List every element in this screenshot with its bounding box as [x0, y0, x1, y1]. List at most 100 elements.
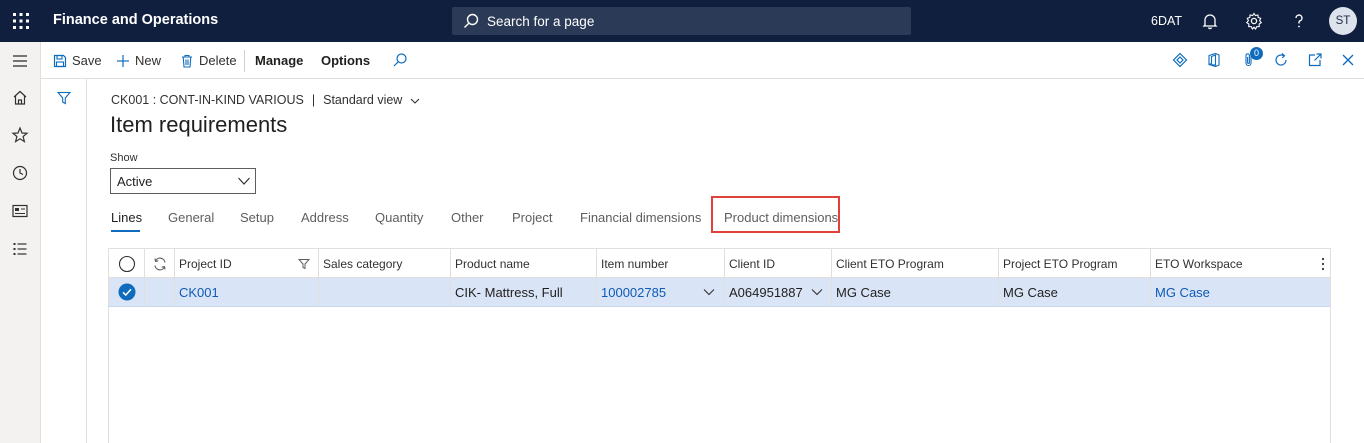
breadcrumb-record: CK001 : CONT-IN-KIND VARIOUS	[111, 93, 304, 107]
filter-icon[interactable]	[57, 91, 71, 105]
action-search-icon[interactable]	[392, 52, 408, 68]
new-button[interactable]: New	[116, 53, 161, 68]
tab-active-underline	[111, 230, 140, 232]
grid-header: Project ID Sales category Product name I…	[109, 249, 1330, 278]
column-header-client-eto-program[interactable]: Client ETO Program	[832, 249, 999, 278]
action-pane: Save New Delete Manage Options 0	[41, 42, 1364, 79]
recent-clock-icon[interactable]	[11, 164, 29, 182]
highlight-annotation	[711, 196, 840, 233]
column-filter-icon[interactable]	[298, 258, 310, 270]
refresh-column-header[interactable]	[145, 249, 175, 278]
cell-item-number[interactable]: 100002785	[597, 278, 725, 307]
column-header-label: Client ETO Program	[836, 257, 944, 271]
column-header-label: Project ETO Program	[1003, 257, 1118, 271]
select-all-header[interactable]	[109, 249, 145, 278]
column-header-product-name[interactable]: Product name	[451, 249, 597, 278]
chevron-down-icon[interactable]	[703, 288, 715, 296]
cell-eto-workspace[interactable]: MG Case	[1151, 278, 1330, 307]
more-options-icon[interactable]	[1321, 257, 1325, 271]
delete-label: Delete	[199, 53, 237, 68]
help-icon[interactable]	[1290, 12, 1308, 30]
office-icon[interactable]	[1206, 52, 1222, 68]
show-dropdown[interactable]: Active	[110, 168, 256, 194]
search-icon	[464, 13, 479, 28]
close-icon[interactable]	[1340, 52, 1356, 68]
cell-project-id[interactable]: CK001	[175, 278, 319, 307]
search-input[interactable]: Search for a page	[452, 7, 911, 35]
save-button[interactable]: Save	[53, 53, 102, 68]
user-avatar[interactable]: ST	[1329, 7, 1357, 35]
tab-quantity[interactable]: Quantity	[375, 210, 423, 225]
column-header-label: Project ID	[179, 257, 232, 271]
breadcrumb-separator: |	[311, 93, 316, 107]
favorites-star-icon[interactable]	[11, 126, 29, 144]
chevron-down-icon[interactable]	[410, 97, 420, 105]
workspaces-icon[interactable]	[11, 202, 29, 220]
chevron-down-icon	[238, 177, 250, 185]
row-refresh-cell	[145, 278, 175, 307]
tab-general[interactable]: General	[168, 210, 214, 225]
refresh-icon[interactable]	[152, 256, 168, 272]
home-icon[interactable]	[11, 89, 29, 107]
column-header-label: Client ID	[729, 257, 776, 271]
refresh-icon[interactable]	[1273, 52, 1289, 68]
column-header-item-number[interactable]: Item number	[597, 249, 725, 278]
save-icon	[53, 54, 67, 67]
save-label: Save	[72, 53, 102, 68]
modules-list-icon[interactable]	[11, 240, 29, 258]
select-all-circle-icon[interactable]	[118, 255, 136, 273]
gear-icon[interactable]	[1245, 12, 1263, 30]
eto-workspace-link[interactable]: MG Case	[1155, 285, 1210, 300]
column-header-label: Product name	[455, 257, 530, 271]
view-selector[interactable]: Standard view	[323, 93, 402, 107]
page-title: Item requirements	[110, 112, 288, 137]
open-in-new-window-icon[interactable]	[1307, 52, 1323, 68]
cell-project-eto-program[interactable]: MG Case	[999, 278, 1151, 307]
project-eto-program-value: MG Case	[1003, 285, 1058, 300]
delete-button[interactable]: Delete	[180, 53, 237, 68]
column-header-project-id[interactable]: Project ID	[175, 249, 319, 278]
item-number-link[interactable]: 100002785	[601, 285, 666, 300]
tab-financial-dimensions[interactable]: Financial dimensions	[580, 210, 701, 225]
column-header-eto-workspace[interactable]: ETO Workspace	[1151, 249, 1330, 278]
search-placeholder: Search for a page	[487, 14, 595, 29]
breadcrumb: CK001 : CONT-IN-KIND VARIOUS | Standard vi…	[111, 93, 420, 107]
plus-icon	[117, 54, 129, 67]
tab-other[interactable]: Other	[451, 210, 484, 225]
trash-icon	[182, 54, 192, 68]
column-header-client-id[interactable]: Client ID	[725, 249, 832, 278]
column-header-project-eto-program[interactable]: Project ETO Program	[999, 249, 1151, 278]
cell-sales-category[interactable]	[319, 278, 451, 307]
tab-address[interactable]: Address	[301, 210, 349, 225]
show-label: Show	[110, 152, 138, 164]
column-header-sales-category[interactable]: Sales category	[319, 249, 451, 278]
tab-project[interactable]: Project	[512, 210, 552, 225]
cell-client-id[interactable]: A064951887	[725, 278, 832, 307]
tab-lines[interactable]: Lines	[111, 210, 142, 225]
project-id-link[interactable]: CK001	[179, 285, 219, 300]
action-pane-divider	[244, 50, 245, 72]
column-header-label: Item number	[601, 257, 669, 271]
row-select-cell[interactable]	[109, 278, 145, 307]
left-navigation	[0, 42, 41, 443]
table-row[interactable]: CK001 CIK- Mattress, Full 100002785 A064…	[109, 278, 1330, 307]
column-header-label: ETO Workspace	[1155, 257, 1243, 271]
cell-product-name[interactable]: CIK- Mattress, Full	[451, 278, 597, 307]
show-dropdown-value: Active	[117, 174, 153, 189]
column-header-label: Sales category	[323, 257, 403, 271]
options-tab[interactable]: Options	[321, 53, 370, 68]
checkmark-circle-icon[interactable]	[118, 283, 136, 301]
app-launcher-icon[interactable]	[12, 12, 30, 30]
hamburger-menu-icon[interactable]	[11, 52, 29, 70]
company-selector[interactable]: 6DAT	[1151, 14, 1182, 28]
cell-client-eto-program[interactable]: MG Case	[832, 278, 999, 307]
bell-icon[interactable]	[1201, 12, 1219, 30]
chevron-down-icon[interactable]	[811, 288, 823, 296]
power-apps-diamond-icon[interactable]	[1172, 52, 1188, 68]
manage-tab[interactable]: Manage	[255, 53, 303, 68]
tab-setup[interactable]: Setup	[240, 210, 274, 225]
app-title[interactable]: Finance and Operations	[53, 12, 218, 28]
main-content: CK001 : CONT-IN-KIND VARIOUS | Standard vi…	[87, 79, 1364, 443]
new-label: New	[135, 53, 162, 68]
lines-grid: Project ID Sales category Product name I…	[108, 248, 1331, 443]
